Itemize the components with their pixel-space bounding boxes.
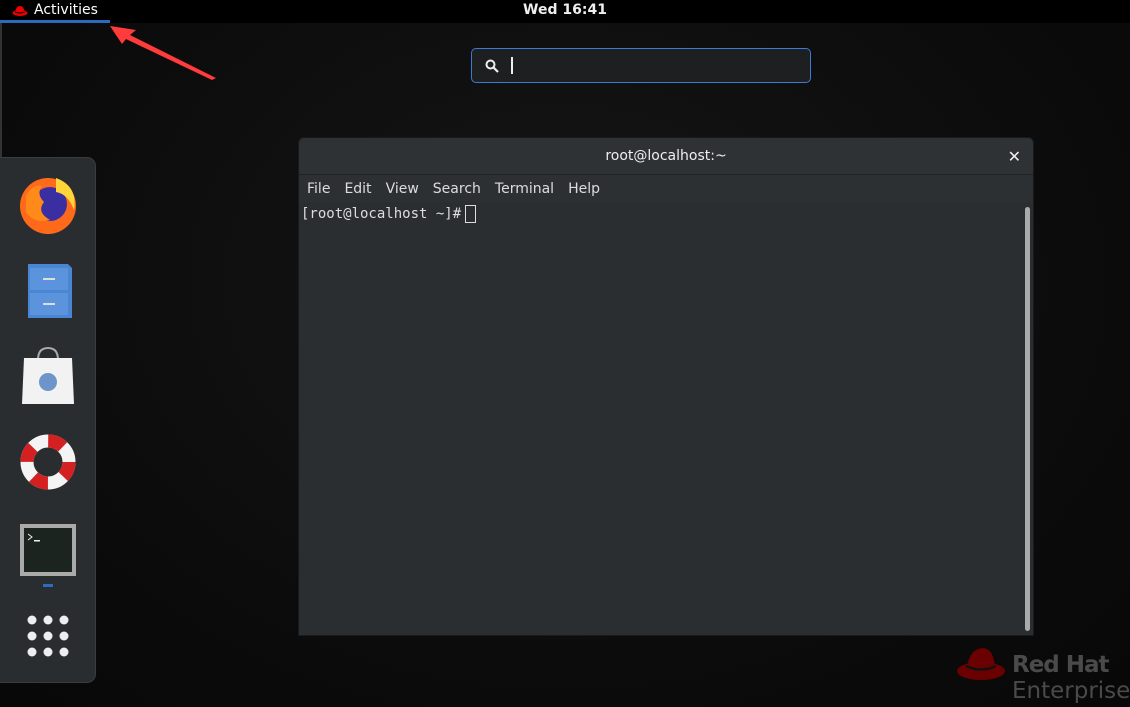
dash-item-help[interactable]: [16, 430, 80, 494]
close-icon[interactable]: ✕: [1008, 147, 1021, 166]
app-grid-icon: [27, 615, 69, 657]
dash: [0, 157, 96, 683]
search-icon: [485, 59, 499, 73]
brand-line2: Enterprise: [1012, 678, 1130, 704]
menu-file[interactable]: File: [307, 181, 330, 197]
shell-prompt: [root@localhost ~]#: [301, 206, 462, 222]
menu-search[interactable]: Search: [433, 181, 481, 197]
menu-edit[interactable]: Edit: [344, 181, 371, 197]
menu-bar: File Edit View Search Terminal Help: [299, 175, 1033, 202]
dash-item-terminal[interactable]: [16, 518, 80, 587]
terminal-area[interactable]: [root@localhost ~]#: [299, 203, 1033, 635]
terminal-cursor: [465, 205, 477, 223]
brand-line1: Red Hat: [1012, 652, 1110, 678]
annotation-arrow-icon: [110, 26, 216, 80]
redhat-hat-icon: [957, 648, 1005, 680]
scrollbar[interactable]: [1025, 207, 1030, 631]
edge-line: [0, 23, 2, 163]
clock[interactable]: Wed 16:41: [0, 2, 1130, 18]
show-applications-button[interactable]: [16, 604, 80, 668]
window-title: root@localhost:~: [605, 148, 727, 164]
dash-item-files[interactable]: [16, 258, 80, 322]
redhat-brand-logo: Red Hat Enterprise: [956, 646, 1130, 704]
text-caret: [511, 57, 513, 74]
menu-help[interactable]: Help: [568, 181, 600, 197]
terminal-icon: [20, 524, 76, 576]
menu-terminal[interactable]: Terminal: [495, 181, 554, 197]
dash-item-firefox[interactable]: [16, 172, 80, 236]
window-titlebar[interactable]: root@localhost:~ ✕: [299, 138, 1033, 175]
firefox-icon: [20, 178, 76, 234]
terminal-window[interactable]: root@localhost:~ ✕ File Edit View Search…: [298, 137, 1034, 636]
menu-view[interactable]: View: [386, 181, 419, 197]
search-input[interactable]: [471, 48, 811, 83]
shopping-bag-icon: [22, 346, 74, 404]
lifebuoy-icon: [20, 434, 76, 490]
file-cabinet-icon: [28, 264, 72, 318]
running-indicator: [43, 584, 53, 587]
dash-item-software[interactable]: [16, 344, 80, 408]
top-bar: Activities Wed 16:41: [0, 0, 1130, 23]
